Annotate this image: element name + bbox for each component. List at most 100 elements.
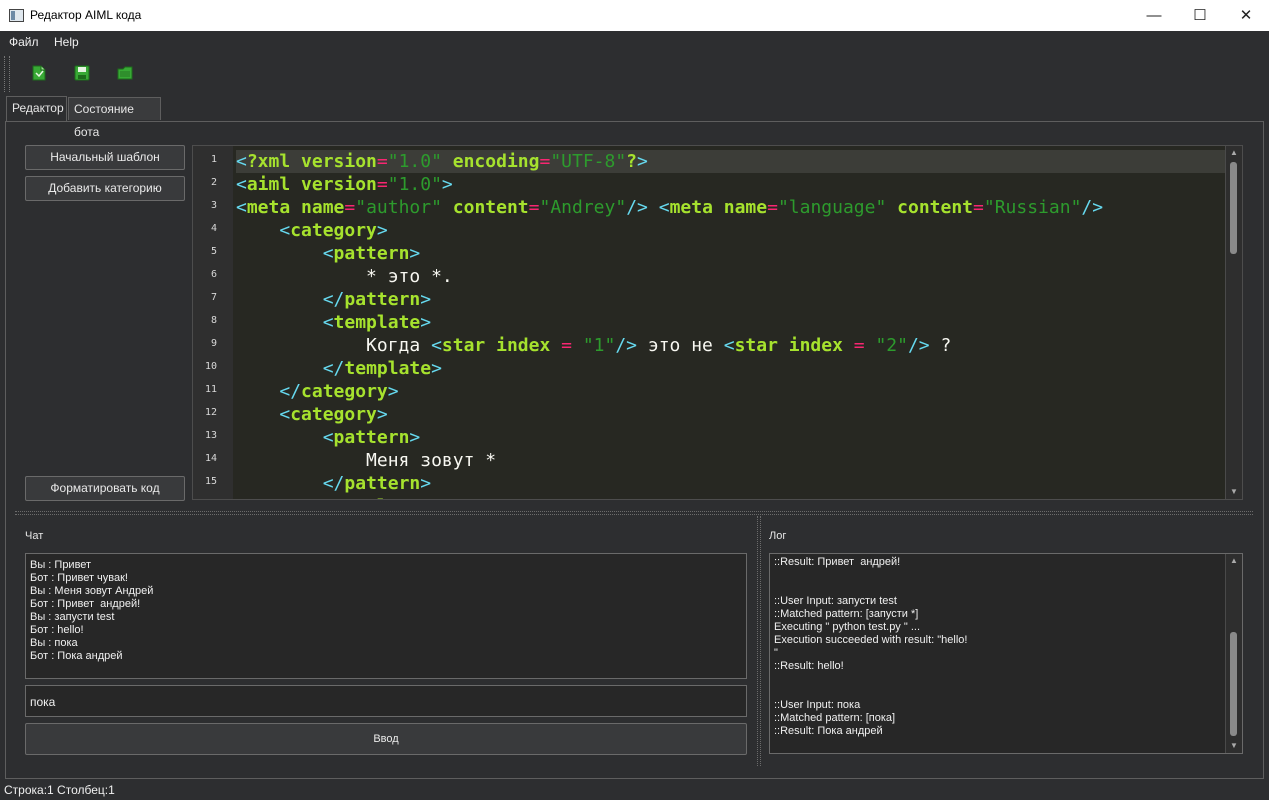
code-token: meta — [246, 197, 302, 218]
code-token: < — [236, 197, 247, 218]
code-token: = — [973, 197, 984, 218]
toolbar — [0, 53, 1269, 95]
chat-message: Бот : Привет чувак! — [30, 572, 128, 584]
menu-file[interactable]: Файл — [9, 35, 39, 49]
format-code-button[interactable]: Форматировать код — [25, 476, 185, 501]
code-token: > — [409, 243, 421, 264]
code-line: <aiml version="1.0"> — [236, 173, 453, 196]
code-token: template — [344, 358, 432, 379]
vertical-splitter[interactable] — [757, 516, 761, 766]
code-token: < — [279, 404, 291, 425]
line-number: 11 — [204, 384, 217, 395]
code-token: > — [376, 220, 388, 241]
send-button[interactable]: Ввод — [25, 723, 747, 755]
window-title: Редактор AIML кода — [30, 8, 142, 22]
line-number: 7 — [210, 292, 217, 303]
code-token: > — [637, 151, 648, 172]
log-line: ::Result: Привет андрей! — [774, 556, 901, 568]
scroll-up-icon[interactable]: ▲ — [1226, 146, 1242, 160]
scroll-thumb[interactable] — [1230, 162, 1237, 254]
log-scroll-up-icon[interactable]: ▲ — [1226, 554, 1242, 568]
chat-message: Бот : hello! — [30, 624, 84, 636]
code-token: "Russian" — [983, 197, 1082, 218]
code-token: pattern — [344, 473, 421, 494]
line-number: 1 — [210, 154, 217, 165]
code-token: template — [333, 312, 421, 333]
code-token: name — [301, 197, 345, 218]
code-token: Когда — [236, 335, 432, 356]
code-token: /> — [907, 335, 930, 356]
log-output[interactable]: ::Result: Пока андрей::Matched pattern: … — [769, 553, 1243, 754]
code-token: > — [376, 404, 388, 425]
log-line: " — [774, 647, 778, 659]
code-line: <pattern> — [236, 426, 421, 449]
code-token: "Andrey" — [539, 197, 627, 218]
start-template-button[interactable]: Начальный шаблон — [25, 145, 185, 170]
code-token: content — [886, 197, 974, 218]
code-token: < — [658, 197, 670, 218]
code-line: <meta name="author" content="Andrey"/> <… — [236, 196, 1103, 219]
scroll-down-icon[interactable]: ▼ — [1226, 485, 1242, 499]
app-icon — [9, 9, 24, 22]
minimize-button[interactable]: — — [1131, 0, 1177, 31]
code-token: > — [441, 174, 453, 195]
code-token: < — [322, 312, 334, 333]
line-number: 9 — [210, 338, 217, 349]
code-token: = — [376, 174, 388, 195]
code-token: content — [441, 197, 529, 218]
open-button[interactable] — [117, 65, 133, 81]
line-number: 6 — [210, 269, 217, 280]
code-token: > — [409, 427, 421, 448]
add-category-button[interactable]: Добавить категорию — [25, 176, 185, 201]
code-token: > — [420, 312, 432, 333]
code-line: <?xml version="1.0" encoding="UTF-8"?> — [236, 150, 648, 173]
code-token: aiml — [246, 174, 302, 195]
code-token: </ — [322, 358, 345, 379]
chat-history[interactable]: Вы : Привет Бот : Привет чувак! Вы : Меня … — [25, 553, 747, 679]
code-token: pattern — [344, 289, 421, 310]
code-token: version — [301, 151, 377, 172]
toolbar-grip[interactable] — [4, 56, 10, 92]
editor-scrollbar[interactable]: ▲ ▼ — [1225, 146, 1242, 499]
tab-bot-state[interactable]: Состояние бота — [68, 97, 161, 139]
chat-input[interactable]: пока — [25, 685, 747, 717]
code-area[interactable]: <?xml version="1.0" encoding="UTF-8"?> <a… — [236, 146, 1226, 499]
log-scroll-thumb[interactable] — [1230, 632, 1237, 736]
menu-help[interactable]: Help — [54, 35, 79, 49]
close-button[interactable]: ✕ — [1223, 0, 1269, 31]
code-line: <category> — [236, 219, 388, 242]
code-token: category — [290, 220, 377, 241]
code-token: </ — [322, 473, 345, 494]
tab-editor[interactable]: Редактор — [6, 96, 67, 122]
log-line: ::Matched pattern: [пока] — [774, 712, 896, 724]
line-number: 10 — [204, 361, 217, 372]
log-scrollbar[interactable]: ▲ ▼ — [1225, 554, 1242, 753]
save-button[interactable] — [74, 65, 90, 81]
line-number: 15 — [204, 476, 217, 487]
code-line: <pattern> — [236, 242, 421, 265]
code-line: <template> — [236, 311, 431, 334]
code-token: < — [322, 243, 334, 264]
line-number: 3 — [210, 200, 217, 211]
code-editor[interactable]: 12345678910111213141516 <?xml version="1… — [192, 145, 1243, 500]
new-file-button[interactable] — [31, 65, 47, 81]
horizontal-splitter[interactable] — [15, 511, 1253, 515]
code-token: template — [334, 496, 421, 499]
log-scroll-down-icon[interactable]: ▼ — [1226, 739, 1242, 753]
code-line: Меня зовут * — [236, 449, 496, 472]
chat-input-value: пока — [30, 695, 56, 709]
log-line: Execution succeeded with result: "hello! — [774, 634, 968, 646]
maximize-button[interactable]: ☐ — [1177, 0, 1223, 31]
code-token: > — [420, 496, 431, 499]
code-token: > — [420, 289, 432, 310]
code-line: <template> — [236, 495, 431, 499]
code-line: </pattern> — [236, 288, 431, 311]
chat-message: Вы : Меня зовут Андрей — [30, 585, 154, 597]
chat-message: Бот : Пока андрей — [30, 650, 123, 662]
code-token: "2" — [875, 335, 908, 356]
line-number: 2 — [210, 177, 217, 188]
